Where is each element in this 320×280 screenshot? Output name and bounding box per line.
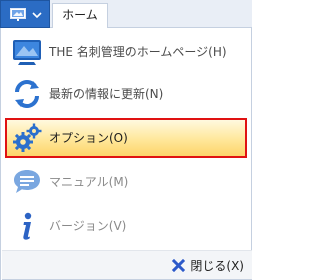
menu-item-options[interactable]: オプション(O) [5, 118, 247, 158]
app-menu-button[interactable] [0, 0, 50, 28]
refresh-icon [15, 80, 39, 108]
close-button-label: 閉じる(X) [190, 259, 244, 273]
menu-item-manual[interactable]: マニュアル(M) [5, 162, 247, 202]
menu-item-refresh[interactable]: 最新の情報に更新(N) [5, 74, 247, 114]
chevron-down-icon [32, 12, 42, 19]
tab-home[interactable]: ホーム [52, 3, 108, 28]
chat-bubble-icon [14, 170, 40, 193]
menu-item-version[interactable]: バージョン(V) [5, 206, 247, 246]
application-menu-window: ホーム THE 名刺管理のホームページ(H) 最新の情報に更新(N) オプション… [0, 0, 252, 280]
monitor-icon [13, 40, 41, 65]
info-icon [23, 212, 32, 240]
slideshow-icon [10, 8, 26, 21]
menu-item-label: 最新の情報に更新(N) [49, 87, 164, 101]
ribbon-tab-bar: ホーム [0, 0, 252, 28]
menu-item-label: THE 名刺管理のホームページ(H) [49, 45, 227, 59]
menu-item-label: マニュアル(M) [49, 175, 129, 189]
menu-footer: 閉じる(X) [2, 250, 252, 280]
close-x-icon [172, 259, 186, 272]
menu-item-label: バージョン(V) [49, 219, 127, 233]
menu-item-homepage[interactable]: THE 名刺管理のホームページ(H) [5, 32, 247, 72]
gears-icon [13, 123, 42, 152]
menu-item-label: オプション(O) [49, 131, 128, 145]
close-button[interactable]: 閉じる(X) [172, 257, 244, 275]
app-menu-panel: THE 名刺管理のホームページ(H) 最新の情報に更新(N) オプション(O) … [0, 28, 252, 280]
